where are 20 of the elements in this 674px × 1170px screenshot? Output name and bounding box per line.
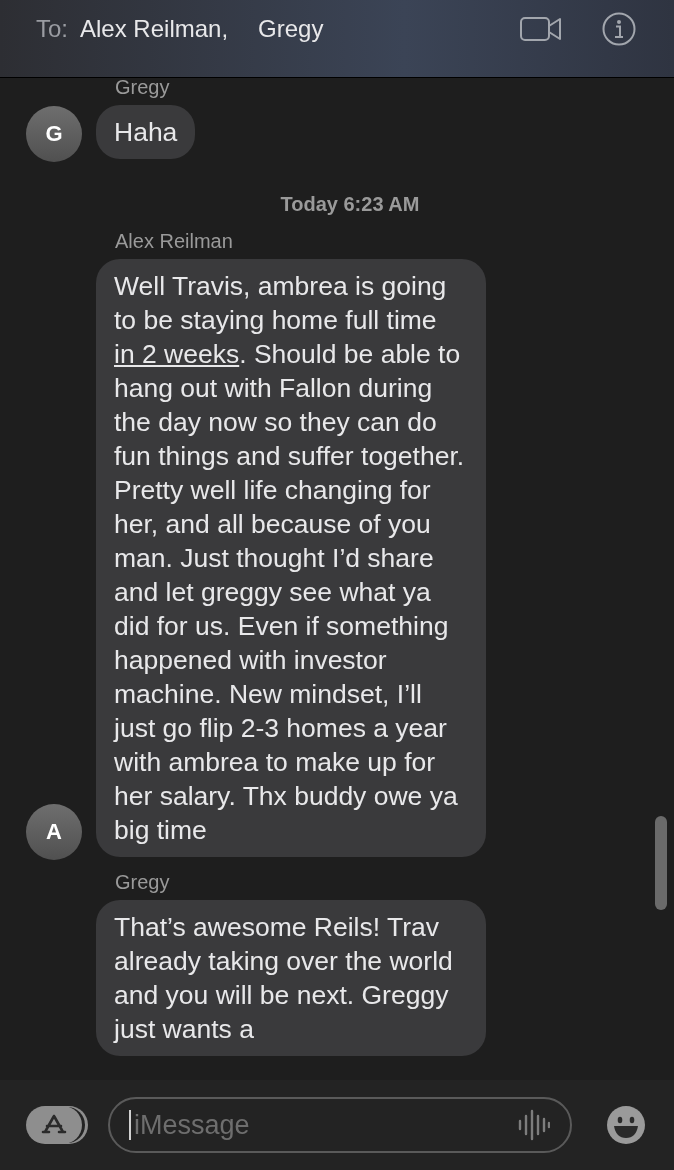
message-bubble: Well Travis, ambrea is going to be staying home full time in 2 weeks. Should be able to hang out with Fallon during the day now so they can do fun things and suffer together. Pretty well life changing for her, and all because of you man. Just thought I’d share and let greggy see what ya did for us. Even if something happened with investor machine. New mindset, I’ll just go flip 2-3 homes a year with ambrea to make up for her salary. Thx buddy owe ya big time xyxy=(96,259,486,857)
recipient-name[interactable]: Gregy xyxy=(258,14,324,43)
sender-name: Gregy xyxy=(114,78,171,99)
link[interactable]: in 2 weeks xyxy=(114,339,240,369)
scrollbar[interactable] xyxy=(655,816,667,910)
sender-name: Alex Reilman xyxy=(114,230,234,253)
info-icon[interactable] xyxy=(602,11,636,46)
recipient-name[interactable]: Alex Reilman, xyxy=(80,14,229,43)
message-field[interactable]: iMessage xyxy=(108,1097,572,1153)
audio-wave-icon[interactable] xyxy=(518,1108,550,1142)
text-cursor xyxy=(129,1110,131,1140)
message-bubble: Haha xyxy=(96,105,196,159)
avatar[interactable]: A xyxy=(26,804,82,860)
message-bubble: That’s awesome Reils! Trav already taking over the world and you will be next. Greggy just wants a xyxy=(96,900,486,1056)
emoji-icon[interactable] xyxy=(606,1105,646,1145)
timestamp: Today 6:23 AM xyxy=(279,193,421,216)
avatar[interactable]: G xyxy=(26,106,82,162)
to-label: To: xyxy=(36,14,68,43)
video-camera-icon[interactable] xyxy=(520,16,562,41)
sender-name: Gregy xyxy=(114,871,171,894)
